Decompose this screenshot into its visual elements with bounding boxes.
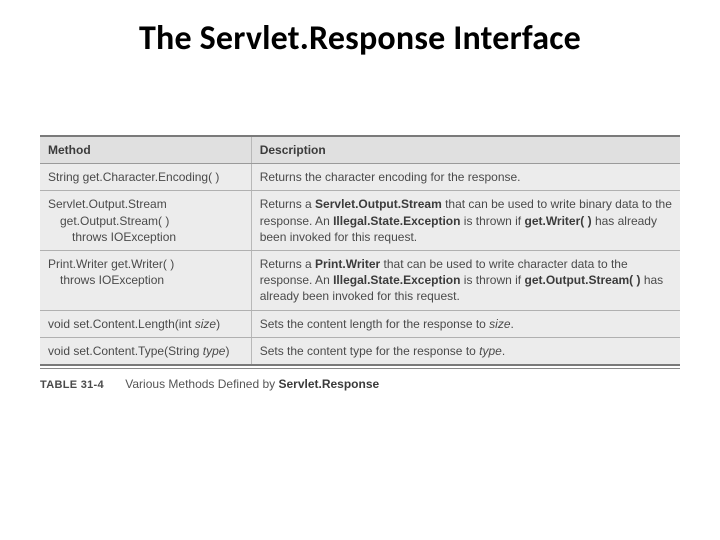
caption-label: Table 31-4: [40, 379, 104, 391]
method-line: Print.Writer get.Writer( ): [48, 257, 174, 271]
desc-text: .: [511, 317, 514, 331]
desc-bold: Servlet.Output.Stream: [315, 197, 442, 211]
method-cell: String get.Character.Encoding( ): [40, 164, 251, 191]
desc-italic: size: [489, 317, 510, 331]
desc-bold: Illegal.State.Exception: [333, 214, 460, 228]
method-cell: void set.Content.Type(String type): [40, 337, 251, 365]
desc-text: Sets the content length for the response…: [260, 317, 489, 331]
api-table: Method Description String get.Character.…: [40, 135, 680, 366]
desc-bold: Illegal.State.Exception: [333, 273, 460, 287]
method-line: get.Output.Stream( ): [48, 213, 243, 229]
method-line: throws IOException: [48, 272, 243, 288]
slide: The Servlet.Response Interface Method De…: [0, 0, 720, 540]
method-line: ): [225, 344, 229, 358]
desc-bold: Print.Writer: [315, 257, 380, 271]
table-row: void set.Content.Type(String type) Sets …: [40, 337, 680, 365]
desc-text: is thrown if: [460, 214, 524, 228]
desc-text: Returns a: [260, 197, 315, 211]
method-line: Servlet.Output.Stream: [48, 197, 167, 211]
method-param: type: [203, 344, 226, 358]
description-cell: Sets the content length for the response…: [251, 310, 680, 337]
description-cell: Sets the content type for the response t…: [251, 337, 680, 365]
desc-text: Returns the character encoding for the r…: [260, 170, 521, 184]
method-cell: void set.Content.Length(int size): [40, 310, 251, 337]
api-table-wrap: Method Description String get.Character.…: [40, 135, 680, 391]
caption-bold: Servlet.Response: [278, 377, 379, 391]
desc-bold: get.Output.Stream( ): [524, 273, 640, 287]
table-row: void set.Content.Length(int size) Sets t…: [40, 310, 680, 337]
caption-rule: [40, 368, 680, 369]
table-header-row: Method Description: [40, 136, 680, 164]
method-line: ): [216, 317, 220, 331]
desc-text: .: [502, 344, 505, 358]
table-caption: Table 31-4 Various Methods Defined by Se…: [40, 377, 680, 391]
description-cell: Returns a Print.Writer that can be used …: [251, 250, 680, 310]
method-line: throws IOException: [48, 229, 243, 245]
desc-bold: get.Writer( ): [524, 214, 591, 228]
desc-text: Sets the content type for the response t…: [260, 344, 479, 358]
desc-text: is thrown if: [460, 273, 524, 287]
table-row: Servlet.Output.Stream get.Output.Stream(…: [40, 191, 680, 251]
method-cell: Print.Writer get.Writer( ) throws IOExce…: [40, 250, 251, 310]
table-row: Print.Writer get.Writer( ) throws IOExce…: [40, 250, 680, 310]
desc-italic: type: [479, 344, 502, 358]
method-line: void set.Content.Type(String: [48, 344, 203, 358]
col-header-description: Description: [251, 136, 680, 164]
description-cell: Returns a Servlet.Output.Stream that can…: [251, 191, 680, 251]
description-cell: Returns the character encoding for the r…: [251, 164, 680, 191]
page-title: The Servlet.Response Interface: [0, 18, 720, 59]
table-row: String get.Character.Encoding( ) Returns…: [40, 164, 680, 191]
method-param: size: [195, 317, 216, 331]
method-cell: Servlet.Output.Stream get.Output.Stream(…: [40, 191, 251, 251]
method-line: String get.Character.Encoding( ): [48, 170, 219, 184]
desc-text: Returns a: [260, 257, 315, 271]
method-line: void set.Content.Length(int: [48, 317, 195, 331]
col-header-method: Method: [40, 136, 251, 164]
caption-text: Various Methods Defined by: [125, 377, 278, 391]
